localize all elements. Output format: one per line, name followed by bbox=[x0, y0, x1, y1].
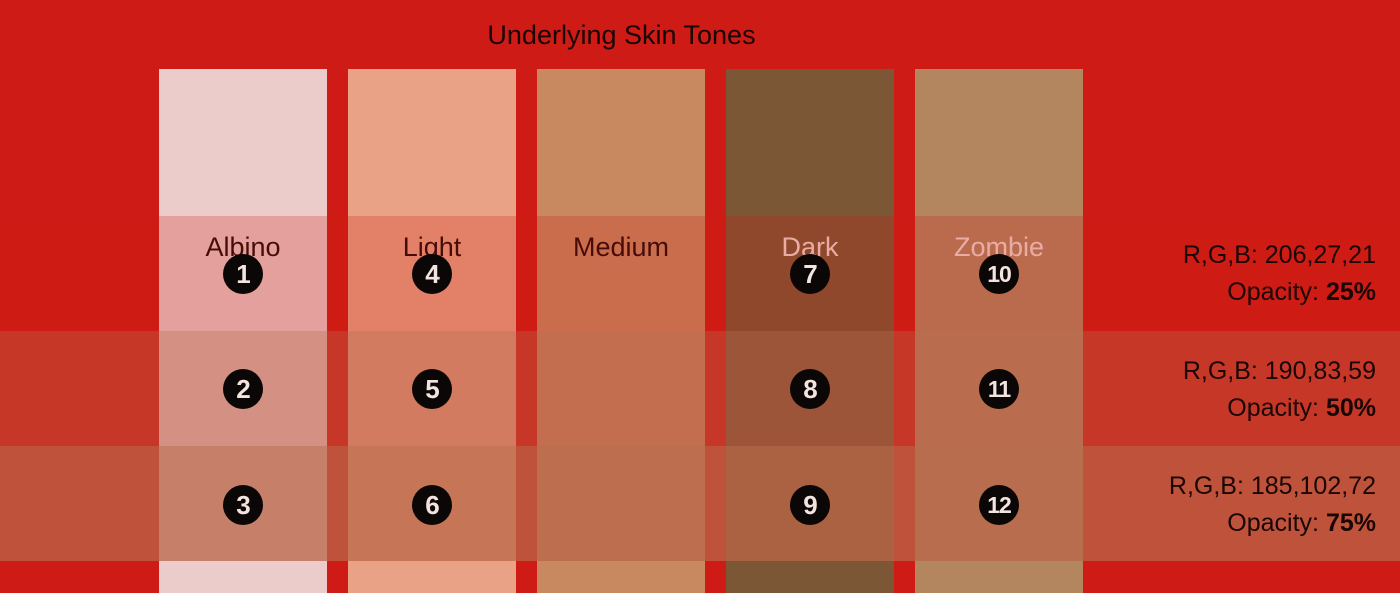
overlay-info-25: R,G,B: 206,27,21 Opacity: 25% bbox=[1183, 237, 1376, 311]
overlay-info-50: R,G,B: 190,83,59 Opacity: 50% bbox=[1183, 353, 1376, 427]
rgb-label: R,G,B: 185,102,72 bbox=[1168, 472, 1376, 500]
opacity-value: 50% bbox=[1325, 394, 1376, 422]
opacity-value: 75% bbox=[1325, 509, 1376, 537]
marker-8: 8 bbox=[790, 369, 830, 409]
opacity-value: 25% bbox=[1325, 278, 1376, 306]
marker-10: 10 bbox=[979, 254, 1019, 294]
rgb-label: R,G,B: 206,27,21 bbox=[1182, 241, 1376, 269]
marker-11: 11 bbox=[979, 369, 1019, 409]
marker-12: 12 bbox=[979, 485, 1019, 525]
opacity-line: Opacity: 75% bbox=[1169, 505, 1376, 542]
marker-7: 7 bbox=[790, 254, 830, 294]
diagram-title: Underlying Skin Tones bbox=[487, 20, 756, 50]
opacity-line: Opacity: 25% bbox=[1183, 274, 1376, 311]
opacity-line: Opacity: 50% bbox=[1183, 390, 1376, 427]
marker-3: 3 bbox=[223, 485, 263, 525]
opacity-label: Opacity: bbox=[1227, 394, 1326, 422]
marker-2: 2 bbox=[223, 369, 263, 409]
marker-4: 4 bbox=[412, 254, 452, 294]
marker-6: 6 bbox=[412, 485, 452, 525]
marker-9: 9 bbox=[790, 485, 830, 525]
marker-1: 1 bbox=[223, 254, 263, 294]
opacity-label: Opacity: bbox=[1227, 509, 1326, 537]
opacity-label: Opacity: bbox=[1227, 278, 1326, 306]
overlay-info-75: R,G,B: 185,102,72 Opacity: 75% bbox=[1169, 468, 1376, 542]
marker-5: 5 bbox=[412, 369, 452, 409]
rgb-label: R,G,B: 190,83,59 bbox=[1182, 357, 1376, 385]
